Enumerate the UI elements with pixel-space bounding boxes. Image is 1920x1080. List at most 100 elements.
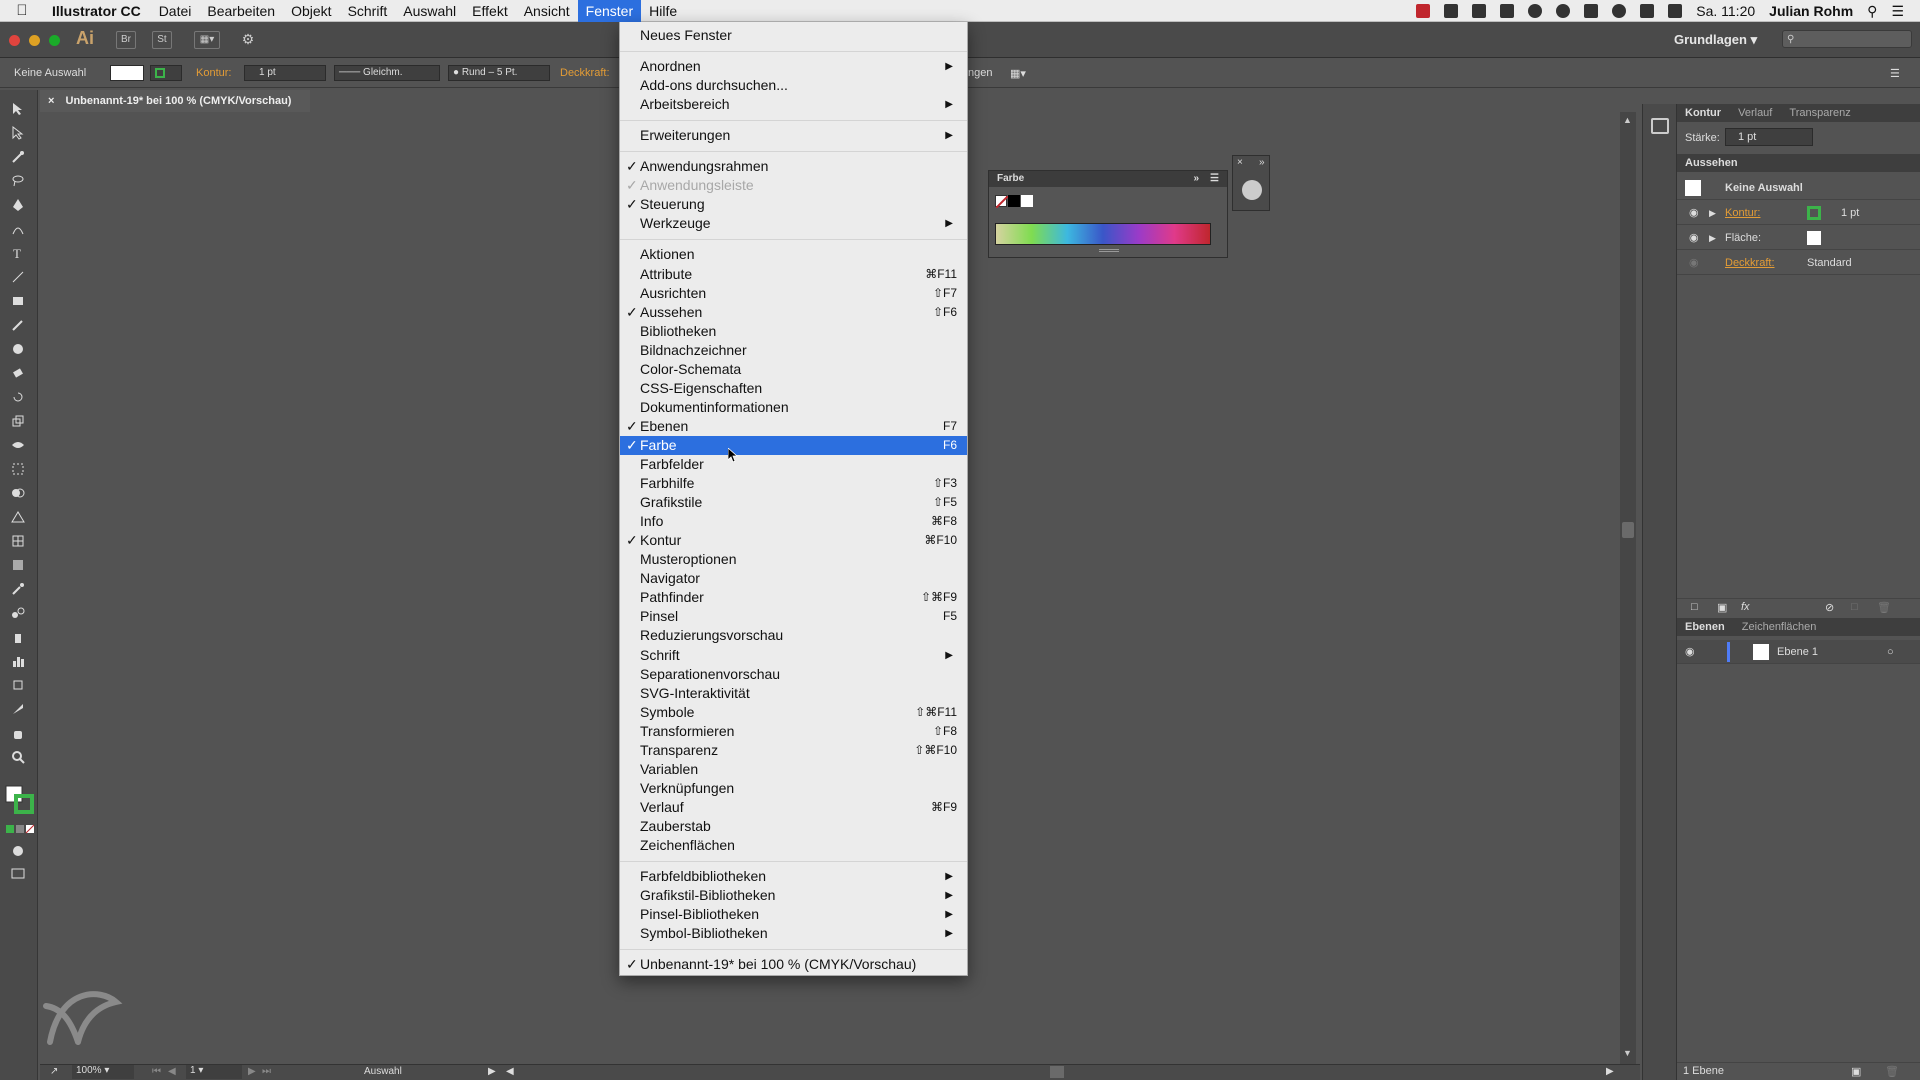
creative-cloud-icon[interactable] <box>1416 4 1431 18</box>
aussehen-kontur-row[interactable]: ◉ ▶ Kontur: 1 pt <box>1677 201 1920 225</box>
fill-stroke-swatches[interactable] <box>4 784 36 816</box>
document-setup-button[interactable]: ngen <box>968 67 992 79</box>
menu-item-anwendungsleiste[interactable]: ✓ Anwendungsleiste <box>620 176 967 195</box>
menu-item-farbhilfe[interactable]: Farbhilfe ⇧F3 <box>620 474 967 493</box>
rectangle-tool-icon[interactable] <box>11 294 27 308</box>
paintbrush-tool-icon[interactable] <box>11 318 27 332</box>
menu-item-symbol-bibliotheken[interactable]: Symbol-Bibliotheken ▶ <box>620 924 967 943</box>
tab-transparenz[interactable]: Transparenz <box>1789 107 1850 119</box>
menu-item-werkzeuge[interactable]: Werkzeuge ▶ <box>620 214 967 233</box>
eraser-tool-icon[interactable] <box>11 366 27 380</box>
menu-item-verlauf[interactable]: Verlauf ⌘F9 <box>620 798 967 817</box>
hand-tool-icon[interactable] <box>11 726 27 740</box>
apple-icon[interactable]:  <box>0 2 44 19</box>
menu-item-neues-fenster[interactable]: Neues Fenster <box>620 26 967 45</box>
white-swatch[interactable] <box>1021 195 1033 207</box>
menu-item-zauberstab[interactable]: Zauberstab <box>620 817 967 836</box>
notification-center-icon[interactable]: ☰ <box>1891 3 1904 20</box>
blend-tool-icon[interactable] <box>11 606 27 620</box>
zoom-select[interactable]: 100% ▾ <box>72 1065 134 1079</box>
draw-mode-icon[interactable] <box>11 844 27 858</box>
eye-icon[interactable]: ◉ <box>1689 251 1699 275</box>
eyedropper-tool-icon[interactable] <box>11 582 27 596</box>
artboard-select[interactable]: 1 ▾ <box>186 1065 242 1079</box>
lasso-tool-icon[interactable] <box>11 174 27 188</box>
fill-swatch[interactable] <box>110 65 144 81</box>
kontur-label[interactable]: Kontur: <box>1725 201 1760 225</box>
close-tab-icon[interactable]: × <box>48 95 54 107</box>
shaper-tool-icon[interactable] <box>11 342 27 356</box>
tab-zeichenflaechen[interactable]: Zeichenflächen <box>1742 621 1817 633</box>
magic-wand-icon[interactable] <box>11 150 27 164</box>
menu-item-attribute[interactable]: Attribute ⌘F11 <box>620 265 967 284</box>
menu-item-verknüpfungen[interactable]: Verknüpfungen <box>620 779 967 798</box>
aussehen-selection-row[interactable]: Keine Auswahl <box>1677 176 1920 200</box>
dropbox-icon[interactable] <box>1500 4 1515 18</box>
layer-row[interactable]: ◉ Ebene 1 ○ <box>1677 640 1920 664</box>
menu-objekt[interactable]: Objekt <box>283 0 339 22</box>
menu-item-dokumentinformationen[interactable]: Dokumentinformationen <box>620 398 967 417</box>
export-icon[interactable]: ↗ <box>50 1066 58 1077</box>
none-swatch-icon[interactable] <box>995 195 1008 208</box>
menu-item-grafikstile[interactable]: Grafikstile ⇧F5 <box>620 493 967 512</box>
next-artboard-icon[interactable]: ▶ <box>248 1066 256 1077</box>
scroll-right-icon[interactable]: ▶ <box>1606 1066 1614 1077</box>
menu-auswahl[interactable]: Auswahl <box>395 0 464 22</box>
deckkraft-label[interactable]: Deckkraft: <box>1725 251 1775 275</box>
first-artboard-icon[interactable]: ⏮ <box>152 1066 161 1077</box>
flaeche-swatch[interactable] <box>1807 231 1821 245</box>
menu-item-navigator[interactable]: Navigator <box>620 569 967 588</box>
scroll-left-icon[interactable]: ◀ <box>506 1066 514 1077</box>
menu-item-aussehen[interactable]: ✓ Aussehen ⇧F6 <box>620 303 967 322</box>
delete-layer-icon[interactable]: 🗑 <box>1885 1065 1899 1078</box>
zoom-window-button[interactable] <box>49 35 60 46</box>
aussehen-title[interactable]: Aussehen <box>1685 157 1738 169</box>
clock[interactable]: Sa. 11:20 <box>1696 3 1755 19</box>
menu-item-symbole[interactable]: Symbole ⇧⌘F11 <box>620 703 967 722</box>
menu-bearbeiten[interactable]: Bearbeiten <box>199 0 283 22</box>
color-guide-icon[interactable] <box>1242 180 1262 200</box>
menu-item-pathfinder[interactable]: Pathfinder ⇧⌘F9 <box>620 588 967 607</box>
menu-item-separationenvorschau[interactable]: Separationenvorschau <box>620 665 967 684</box>
menu-item-transparenz[interactable]: Transparenz ⇧⌘F10 <box>620 741 967 760</box>
expand-panel-icon[interactable]: » <box>1259 157 1265 168</box>
add-effect-icon[interactable]: fx <box>1741 601 1750 613</box>
menu-item-kontur[interactable]: ✓ Kontur ⌘F10 <box>620 531 967 550</box>
color-spectrum-bar[interactable] <box>995 223 1211 245</box>
black-swatch[interactable] <box>1008 195 1020 207</box>
zoom-tool-icon[interactable] <box>11 750 27 764</box>
panel-menu-icon[interactable]: ☰ <box>1890 67 1900 80</box>
menu-item-color-schemata[interactable]: Color-Schemata <box>620 360 967 379</box>
spotlight-icon[interactable]: ⚲ <box>1867 3 1877 20</box>
info-icon[interactable] <box>1556 4 1571 18</box>
menu-item-pinsel-bibliotheken[interactable]: Pinsel-Bibliotheken ▶ <box>620 905 967 924</box>
menu-schrift[interactable]: Schrift <box>340 0 396 22</box>
stroke-label[interactable]: Kontur: <box>196 67 231 79</box>
close-window-button[interactable] <box>9 35 20 46</box>
menu-item-farbe[interactable]: ✓ Farbe F6 <box>620 435 967 455</box>
menu-item-farbfeldbibliotheken[interactable]: Farbfeldbibliotheken ▶ <box>620 867 967 886</box>
menu-item-variablen[interactable]: Variablen <box>620 760 967 779</box>
scroll-thumb[interactable] <box>1622 522 1634 538</box>
menu-item-zeichenflächen[interactable]: Zeichenflächen <box>620 836 967 855</box>
aussehen-deckkraft-row[interactable]: ◉ Deckkraft: Standard <box>1677 251 1920 275</box>
menu-item-bibliotheken[interactable]: Bibliotheken <box>620 322 967 341</box>
cloud-icon[interactable] <box>1472 4 1487 18</box>
menu-effekt[interactable]: Effekt <box>464 0 516 22</box>
eye-icon[interactable]: ◉ <box>1689 226 1699 250</box>
evernote-icon[interactable] <box>1444 4 1459 18</box>
eye-icon[interactable]: ◉ <box>1685 640 1695 664</box>
menu-item-info[interactable]: Info ⌘F8 <box>620 512 967 531</box>
vertical-scrollbar[interactable]: ▲ ▼ <box>1620 112 1636 1065</box>
artboard-tool-icon[interactable] <box>11 678 27 692</box>
menu-item-arbeitsbereich[interactable]: Arbeitsbereich ▶ <box>620 95 967 114</box>
aussehen-flaeche-row[interactable]: ◉ ▶ Fläche: <box>1677 226 1920 250</box>
scroll-down-icon[interactable]: ▼ <box>1623 1048 1632 1058</box>
new-layer-icon[interactable]: ▣ <box>1851 1065 1861 1078</box>
scale-tool-icon[interactable] <box>11 414 27 428</box>
variable-width-profile-select[interactable]: ─── Gleichm. <box>334 65 440 81</box>
bridge-button[interactable]: Br <box>116 31 136 49</box>
previous-artboard-icon[interactable]: ◀ <box>168 1066 176 1077</box>
layer-target-icon[interactable]: ○ <box>1887 640 1894 664</box>
menu-item-ebenen[interactable]: ✓ Ebenen F7 <box>620 417 967 436</box>
